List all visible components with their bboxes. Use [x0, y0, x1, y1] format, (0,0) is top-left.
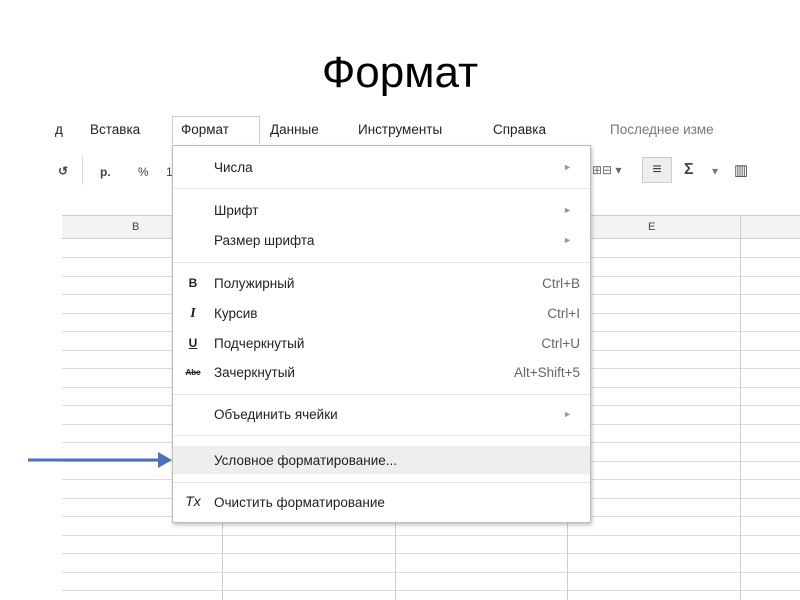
wrap-text-icon[interactable]: ≡ — [642, 157, 672, 183]
label: Размер шрифта — [214, 233, 315, 248]
menu-format[interactable]: Формат — [181, 122, 229, 137]
menu-item-italic[interactable]: I Курсив Ctrl+I — [173, 301, 590, 327]
menu-item-bold[interactable]: B Полужирный Ctrl+B — [173, 271, 590, 297]
menu-item-conditional-formatting[interactable]: Условное форматирование... — [173, 446, 590, 474]
label: Шрифт — [214, 203, 259, 218]
submenu-arrow-icon: ► — [563, 162, 572, 172]
pointer-arrow-icon — [28, 452, 172, 468]
shortcut: Ctrl+B — [542, 276, 580, 291]
italic-icon: I — [190, 306, 196, 321]
chart-icon[interactable]: ▥ — [734, 161, 748, 179]
menu-partial[interactable]: д — [55, 122, 63, 137]
row-line — [62, 534, 800, 536]
label: Зачеркнутый — [214, 365, 295, 380]
menu-item-font-size[interactable]: Размер шрифта ► — [173, 228, 590, 254]
sum-dropdown-icon[interactable]: ▾ — [712, 164, 718, 178]
menu-item-underline[interactable]: U Подчеркнутый Ctrl+U — [173, 331, 590, 357]
menu-item-clear-formatting[interactable]: Tx Очистить форматирование — [173, 490, 590, 516]
clear-formatting-icon: Tx — [185, 493, 201, 509]
menu-item-merge-cells[interactable]: Объединить ячейки ► — [173, 402, 590, 428]
submenu-arrow-icon: ► — [563, 205, 572, 215]
row-line — [62, 571, 800, 573]
menu-data[interactable]: Данные — [270, 122, 319, 137]
format-dropdown-menu: Числа ► Шрифт ► Размер шрифта ► B Полужирный… — [172, 145, 591, 523]
label: Курсив — [214, 306, 258, 321]
currency-button[interactable]: р. — [100, 165, 111, 179]
menu-item-strikethrough[interactable]: Abc Зачеркнутый Alt+Shift+5 — [173, 360, 590, 386]
menu-tools[interactable]: Инструменты — [358, 122, 442, 137]
menu-help[interactable]: Справка — [493, 122, 546, 137]
submenu-arrow-icon: ► — [563, 409, 572, 419]
shortcut: Alt+Shift+5 — [513, 365, 580, 380]
label: Условное форматирование... — [214, 453, 397, 468]
label: Числа — [214, 160, 253, 175]
menu-item-font[interactable]: Шрифт ► — [173, 198, 590, 224]
menu-insert[interactable]: Вставка — [90, 122, 140, 137]
column-e-header[interactable]: E — [648, 221, 655, 233]
sum-icon[interactable]: Σ — [684, 161, 694, 179]
label: Подчеркнутый — [214, 336, 305, 351]
percent-button[interactable]: % — [138, 165, 149, 179]
menubar: д Вставка Формат Данные Инструменты Спра… — [55, 116, 755, 144]
submenu-arrow-icon: ► — [563, 235, 572, 245]
row-line — [62, 590, 800, 591]
slide-title: Формат — [321, 48, 479, 97]
strikethrough-icon: Abc — [185, 368, 201, 377]
bold-icon: B — [188, 276, 198, 290]
underline-icon: U — [188, 336, 198, 350]
last-edit[interactable]: Последнее изме — [610, 122, 714, 137]
undo-icon[interactable]: ↺ — [58, 164, 68, 178]
label: Очистить форматирование — [214, 495, 385, 510]
shortcut: Ctrl+I — [547, 306, 580, 321]
label: Объединить ячейки — [214, 407, 338, 422]
column-b-header[interactable]: B — [132, 221, 139, 233]
column-line — [740, 215, 741, 600]
row-line — [62, 553, 800, 554]
label: Полужирный — [214, 276, 295, 291]
menu-item-numbers[interactable]: Числа ► — [173, 155, 590, 181]
merge-cells-icon[interactable]: ⊞⊟ ▾ — [592, 163, 621, 177]
shortcut: Ctrl+U — [541, 336, 580, 351]
